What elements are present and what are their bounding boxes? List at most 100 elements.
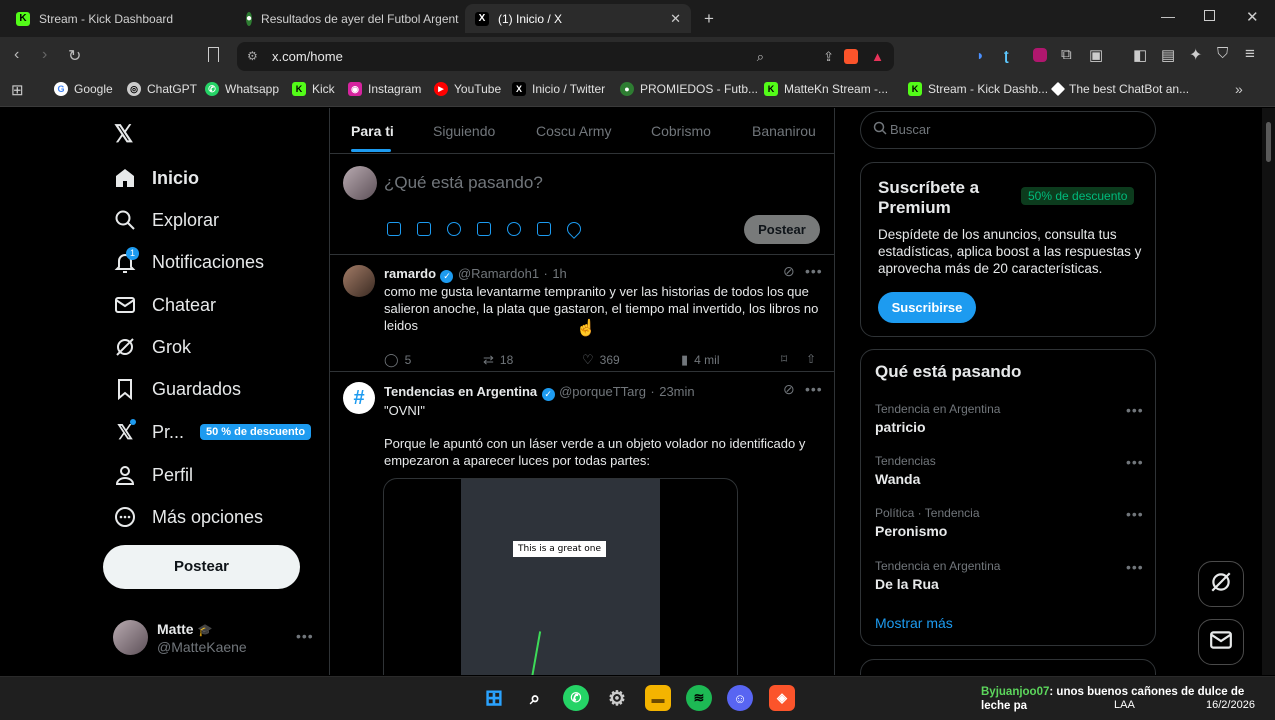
- tweet-time[interactable]: 23min: [659, 384, 694, 399]
- grok-icon[interactable]: ⊘: [783, 263, 795, 280]
- bookmark-twitter[interactable]: X Inicio / Twitter: [512, 82, 605, 96]
- compose-post-button[interactable]: Postear: [744, 215, 820, 244]
- language-indicator[interactable]: LAA: [1114, 699, 1135, 711]
- wallet-icon[interactable]: ▤: [1161, 46, 1175, 64]
- more-icon[interactable]: •••: [296, 628, 314, 644]
- search-icon[interactable]: ⌕: [522, 685, 548, 711]
- leo-ai-icon[interactable]: ✦: [1189, 45, 1202, 65]
- reload-icon[interactable]: ↻: [68, 46, 81, 66]
- sidebar-item-mas-opciones[interactable]: Más opciones: [112, 504, 263, 530]
- grok-fab[interactable]: [1198, 561, 1244, 607]
- menu-icon[interactable]: ≡: [1245, 44, 1255, 64]
- more-icon[interactable]: •••: [1126, 506, 1144, 522]
- trend-item[interactable]: Tendencias Wanda: [875, 454, 936, 487]
- emoji-icon[interactable]: [507, 222, 521, 236]
- share-icon[interactable]: ⇪: [823, 42, 834, 71]
- poll-icon[interactable]: [477, 222, 491, 236]
- avatar[interactable]: [343, 265, 375, 297]
- sidebar-item-guardados[interactable]: Guardados: [112, 376, 241, 402]
- scrollbar-thumb[interactable]: [1266, 122, 1271, 162]
- bookmark-stream-kick[interactable]: K Stream - Kick Dashb...: [908, 82, 1048, 96]
- hashtag-avatar-icon[interactable]: #: [343, 382, 375, 414]
- retweet-button[interactable]: ⇄ 18: [483, 352, 513, 368]
- search-input[interactable]: Buscar: [860, 111, 1156, 149]
- close-tab-icon[interactable]: ✕: [670, 11, 681, 27]
- brave-rewards-icon[interactable]: ▲: [871, 42, 884, 71]
- bookmark-chatgpt[interactable]: ◎ ChatGPT: [127, 82, 197, 96]
- clock-date[interactable]: 16/2/2026: [1206, 699, 1255, 711]
- bookmark-youtube[interactable]: ▶ YouTube: [434, 82, 501, 96]
- tweet[interactable]: ramardo ✓ @Ramardoh1 · 1h ⊘ ••• como me …: [330, 255, 834, 371]
- trend-item[interactable]: Tendencia en Argentina De la Rua: [875, 559, 1000, 592]
- sidebar-icon[interactable]: ◧: [1133, 46, 1147, 64]
- tab-x-inicio[interactable]: X (1) Inicio / X ✕: [465, 4, 691, 33]
- apps-grid-icon[interactable]: ⊞: [11, 81, 24, 99]
- maximize-icon[interactable]: [1204, 10, 1215, 21]
- trend-item[interactable]: Política · Tendencia Peronismo: [875, 506, 980, 539]
- tweet-time[interactable]: 1h: [552, 266, 566, 281]
- brave-icon[interactable]: ◈: [769, 685, 795, 711]
- account-switcher[interactable]: Matte 🎓 @MatteKaene •••: [112, 619, 322, 659]
- bookmark-chatbot[interactable]: The best ChatBot an...: [1050, 81, 1189, 97]
- new-tab-icon[interactable]: +: [704, 9, 714, 29]
- messages-fab[interactable]: [1198, 619, 1244, 665]
- schedule-icon[interactable]: [537, 222, 551, 236]
- more-icon[interactable]: •••: [1126, 454, 1144, 470]
- spotify-icon[interactable]: ≋: [686, 685, 712, 711]
- zoom-icon[interactable]: ⌕: [757, 42, 764, 71]
- extensions-icon[interactable]: ⧉: [1061, 46, 1072, 63]
- image-icon[interactable]: [387, 222, 401, 236]
- more-icon[interactable]: •••: [805, 381, 823, 397]
- reply-button[interactable]: ◯ 5: [384, 352, 411, 368]
- bookmark-whatsapp[interactable]: ✆ Whatsapp: [205, 82, 279, 96]
- extension-icon[interactable]: ʈ: [1004, 47, 1009, 63]
- compose-input[interactable]: ¿Qué está pasando?: [384, 173, 543, 193]
- tab-bananirou[interactable]: Bananirou: [752, 123, 816, 139]
- forward-icon[interactable]: ›: [42, 46, 47, 64]
- site-settings-icon[interactable]: ⚙: [247, 42, 258, 71]
- tweet-author[interactable]: Tendencias en Argentina: [384, 384, 537, 399]
- sidebar-item-explorar[interactable]: Explorar: [112, 207, 219, 233]
- reader-icon[interactable]: ▣: [1089, 46, 1103, 64]
- location-icon[interactable]: [564, 219, 584, 239]
- views-button[interactable]: ▮ 4 mil: [681, 352, 720, 368]
- sidebar-item-premium[interactable]: 𝕏 Pr... 50 % de descuento: [112, 419, 312, 445]
- more-icon[interactable]: •••: [1126, 402, 1144, 418]
- like-button[interactable]: ♡ 369: [582, 352, 620, 368]
- windows-start-icon[interactable]: ⊞: [481, 685, 507, 711]
- address-bar[interactable]: ⚙ x.com/home ⌕ ⇪ ▲: [237, 42, 894, 71]
- tweet-author[interactable]: ramardo: [384, 266, 436, 281]
- back-icon[interactable]: ‹: [14, 46, 19, 64]
- post-button[interactable]: Postear: [103, 545, 300, 589]
- chatgpt-icon[interactable]: ⚙: [604, 685, 630, 711]
- bookmark-instagram[interactable]: ◉ Instagram: [348, 82, 421, 96]
- show-more-link[interactable]: Mostrar más: [875, 615, 953, 631]
- tweet[interactable]: # Tendencias en Argentina ✓ @porqueTTarg…: [330, 372, 834, 675]
- share-icon[interactable]: ⇧: [806, 352, 816, 366]
- grok-icon[interactable]: [447, 222, 461, 236]
- bookmark-google[interactable]: G Google: [54, 82, 113, 96]
- tweet-handle[interactable]: @Ramardoh1: [458, 266, 539, 281]
- grok-icon[interactable]: ⊘: [783, 381, 795, 398]
- tab-resultados[interactable]: ● Resultados de ayer del Futbol Argent: [236, 4, 462, 33]
- sidebar-item-chatear[interactable]: Chatear: [112, 292, 216, 318]
- tweet-media[interactable]: This is a great one: [383, 478, 738, 675]
- discord-icon[interactable]: ☺: [727, 685, 753, 711]
- gif-icon[interactable]: [417, 222, 431, 236]
- x-logo-icon[interactable]: 𝕏: [114, 120, 133, 149]
- tab-siguiendo[interactable]: Siguiendo: [433, 123, 495, 139]
- bookmark-promiedos[interactable]: ● PROMIEDOS - Futb...: [620, 82, 758, 96]
- vpn-icon[interactable]: ⛉: [1217, 45, 1228, 62]
- extension-icon[interactable]: ◗: [976, 47, 984, 63]
- tab-para-ti[interactable]: Para ti: [351, 123, 394, 152]
- bookmark-kick[interactable]: K Kick: [292, 82, 335, 96]
- bookmark-tweet-icon[interactable]: ⌑: [781, 352, 787, 366]
- sidebar-item-perfil[interactable]: Perfil: [112, 462, 193, 488]
- whatsapp-icon[interactable]: ✆: [563, 685, 589, 711]
- brave-shield-icon[interactable]: [844, 49, 858, 64]
- tab-cobrismo[interactable]: Cobrismo: [651, 123, 711, 139]
- tab-coscu-army[interactable]: Coscu Army: [536, 123, 611, 139]
- scrollbar[interactable]: [1262, 108, 1275, 675]
- minimize-icon[interactable]: —: [1161, 8, 1175, 24]
- close-window-icon[interactable]: ✕: [1246, 8, 1259, 26]
